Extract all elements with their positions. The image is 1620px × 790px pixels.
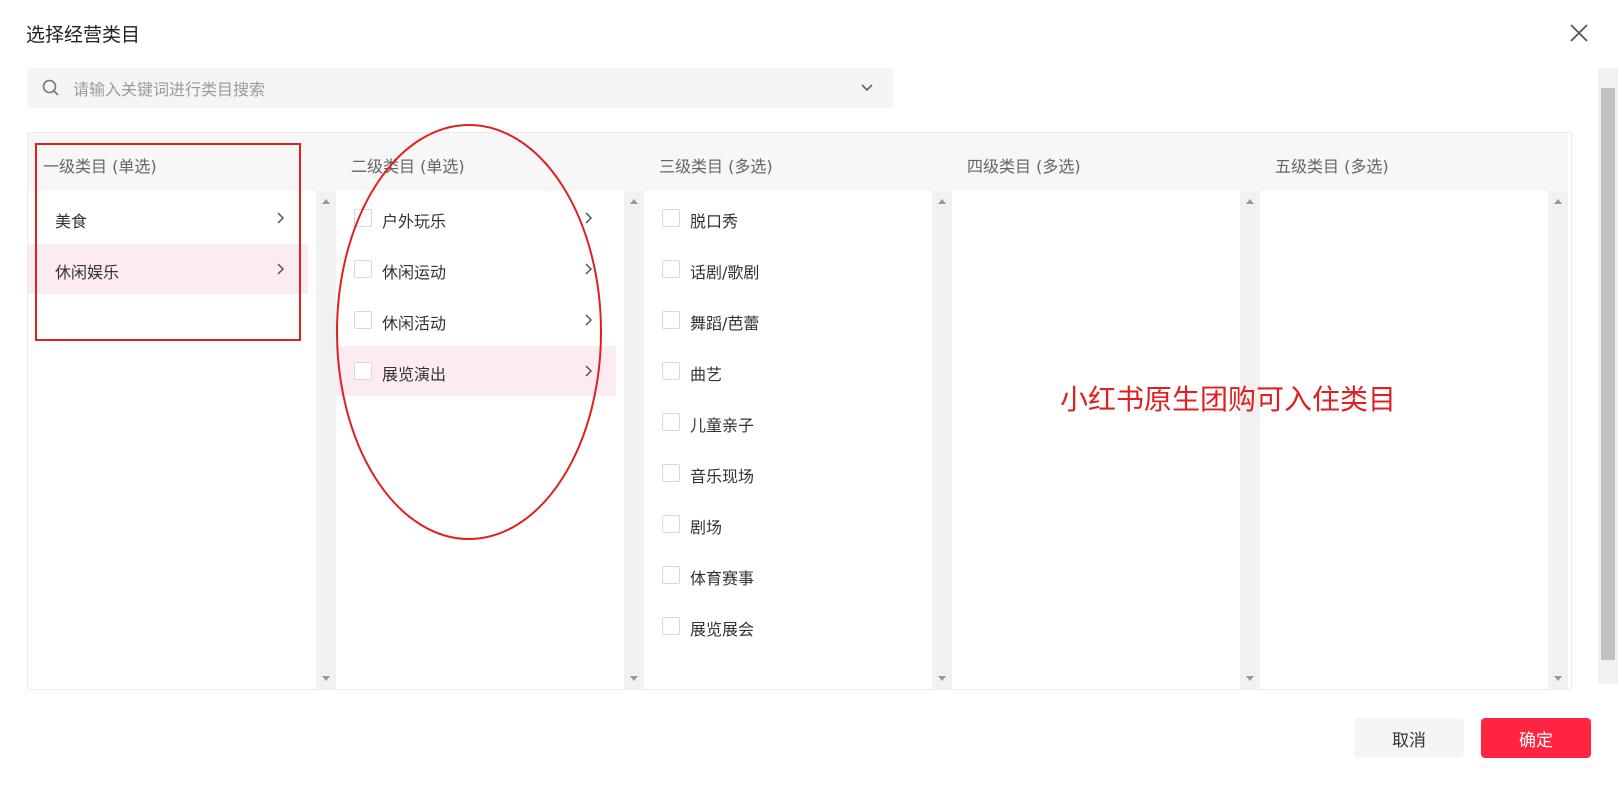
item-label: 休闲娱乐 (55, 263, 120, 282)
dialog-title: 选择经营类目 (26, 24, 141, 46)
search-icon (42, 79, 59, 96)
item-label: 曲艺 (690, 365, 723, 384)
list-item-level-3[interactable]: 剧场 (644, 499, 924, 549)
chevron-down-icon[interactable] (859, 80, 875, 96)
scroll-up-arrow-icon[interactable] (937, 197, 947, 207)
annotation-text: 小红书原生团购可入住类目 (1060, 383, 1397, 416)
column-scrollbar[interactable] (932, 191, 952, 689)
scroll-up-arrow-icon[interactable] (629, 197, 639, 207)
scroll-up-arrow-icon[interactable] (321, 197, 331, 207)
list-item-level-1[interactable]: 美食 (28, 193, 308, 243)
search-input[interactable] (71, 68, 835, 110)
list-item-level-3[interactable]: 曲艺 (644, 346, 924, 396)
column-list (1260, 191, 1548, 689)
chevron-right-icon (585, 212, 593, 224)
column-header: 五级类目 (多选) (1260, 133, 1568, 191)
item-label: 户外玩乐 (382, 212, 447, 231)
list-item-level-3[interactable]: 体育赛事 (644, 550, 924, 600)
close-icon[interactable] (1566, 20, 1592, 46)
item-label: 舞蹈/芭蕾 (690, 314, 760, 333)
list-item-level-3[interactable]: 音乐现场 (644, 448, 924, 498)
column-header: 四级类目 (多选) (952, 133, 1260, 191)
checkbox[interactable] (662, 311, 680, 329)
checkbox[interactable] (354, 209, 372, 227)
item-label: 脱口秀 (690, 212, 739, 231)
item-label: 展览演出 (382, 365, 447, 384)
checkbox[interactable] (662, 362, 680, 380)
checkbox[interactable] (662, 413, 680, 431)
column-scrollbar[interactable] (1240, 191, 1260, 689)
list-item-level-2[interactable]: 休闲运动 (336, 244, 616, 294)
chevron-right-icon (585, 365, 593, 377)
chevron-right-icon (277, 263, 285, 275)
checkbox[interactable] (662, 515, 680, 533)
scroll-up-arrow-icon[interactable] (1553, 197, 1563, 207)
checkbox[interactable] (354, 260, 372, 278)
column-list: 脱口秀 话剧/歌剧 舞蹈/芭蕾 曲艺 儿童亲子 音乐现场 剧场 体育赛事 展览展… (644, 191, 932, 689)
item-label: 美食 (55, 212, 88, 231)
column-header: 二级类目 (单选) (336, 133, 644, 191)
list-item-level-1-selected[interactable]: 休闲娱乐 (28, 244, 308, 294)
chevron-right-icon (585, 314, 593, 326)
checkbox[interactable] (662, 464, 680, 482)
category-column-level-1: 一级类目 (单选) 美食 休闲娱乐 (28, 133, 336, 689)
scroll-down-arrow-icon[interactable] (321, 673, 331, 683)
scroll-down-arrow-icon[interactable] (937, 673, 947, 683)
list-item-level-3[interactable]: 脱口秀 (644, 193, 924, 243)
item-label: 休闲运动 (382, 263, 447, 282)
list-item-level-2[interactable]: 户外玩乐 (336, 193, 616, 243)
chevron-right-icon (585, 263, 593, 275)
item-label: 展览展会 (690, 620, 755, 639)
list-item-level-2-selected[interactable]: 展览演出 (336, 346, 616, 396)
checkbox[interactable] (662, 260, 680, 278)
checkbox[interactable] (662, 566, 680, 584)
item-label: 儿童亲子 (690, 416, 755, 435)
item-label: 音乐现场 (690, 467, 755, 486)
dialog-scrollbar-thumb[interactable] (1601, 88, 1615, 660)
column-list (952, 191, 1240, 689)
list-item-level-3[interactable]: 话剧/歌剧 (644, 244, 924, 294)
list-item-level-3[interactable]: 展览展会 (644, 601, 924, 651)
category-column-level-2: 二级类目 (单选) 户外玩乐 休闲运动 休闲活动 展览演出 (336, 133, 644, 689)
item-label: 话剧/歌剧 (690, 263, 760, 282)
category-search-bar[interactable] (27, 68, 894, 110)
scroll-down-arrow-icon[interactable] (1553, 673, 1563, 683)
item-label: 休闲活动 (382, 314, 447, 333)
column-scrollbar[interactable] (624, 191, 644, 689)
confirm-button[interactable]: 确定 (1481, 718, 1591, 758)
item-label: 体育赛事 (690, 569, 755, 588)
column-list: 户外玩乐 休闲运动 休闲活动 展览演出 (336, 191, 624, 689)
column-scrollbar[interactable] (316, 191, 336, 689)
checkbox[interactable] (662, 209, 680, 227)
column-header: 一级类目 (单选) (28, 133, 336, 191)
dialog-scrollbar[interactable] (1598, 68, 1618, 684)
column-list: 美食 休闲娱乐 (28, 191, 316, 689)
category-column-level-3: 三级类目 (多选) 脱口秀 话剧/歌剧 舞蹈/芭蕾 曲艺 儿童亲子 音乐现场 剧… (644, 133, 952, 689)
checkbox[interactable] (662, 617, 680, 635)
list-item-level-3[interactable]: 儿童亲子 (644, 397, 924, 447)
scroll-down-arrow-icon[interactable] (1245, 673, 1255, 683)
column-scrollbar[interactable] (1548, 191, 1568, 689)
list-item-level-3[interactable]: 舞蹈/芭蕾 (644, 295, 924, 345)
checkbox[interactable] (354, 362, 372, 380)
item-label: 剧场 (690, 518, 723, 537)
cancel-button[interactable]: 取消 (1354, 718, 1464, 758)
chevron-right-icon (277, 212, 285, 224)
list-item-level-2[interactable]: 休闲活动 (336, 295, 616, 345)
checkbox[interactable] (354, 311, 372, 329)
scroll-up-arrow-icon[interactable] (1245, 197, 1255, 207)
column-header: 三级类目 (多选) (644, 133, 952, 191)
scroll-down-arrow-icon[interactable] (629, 673, 639, 683)
